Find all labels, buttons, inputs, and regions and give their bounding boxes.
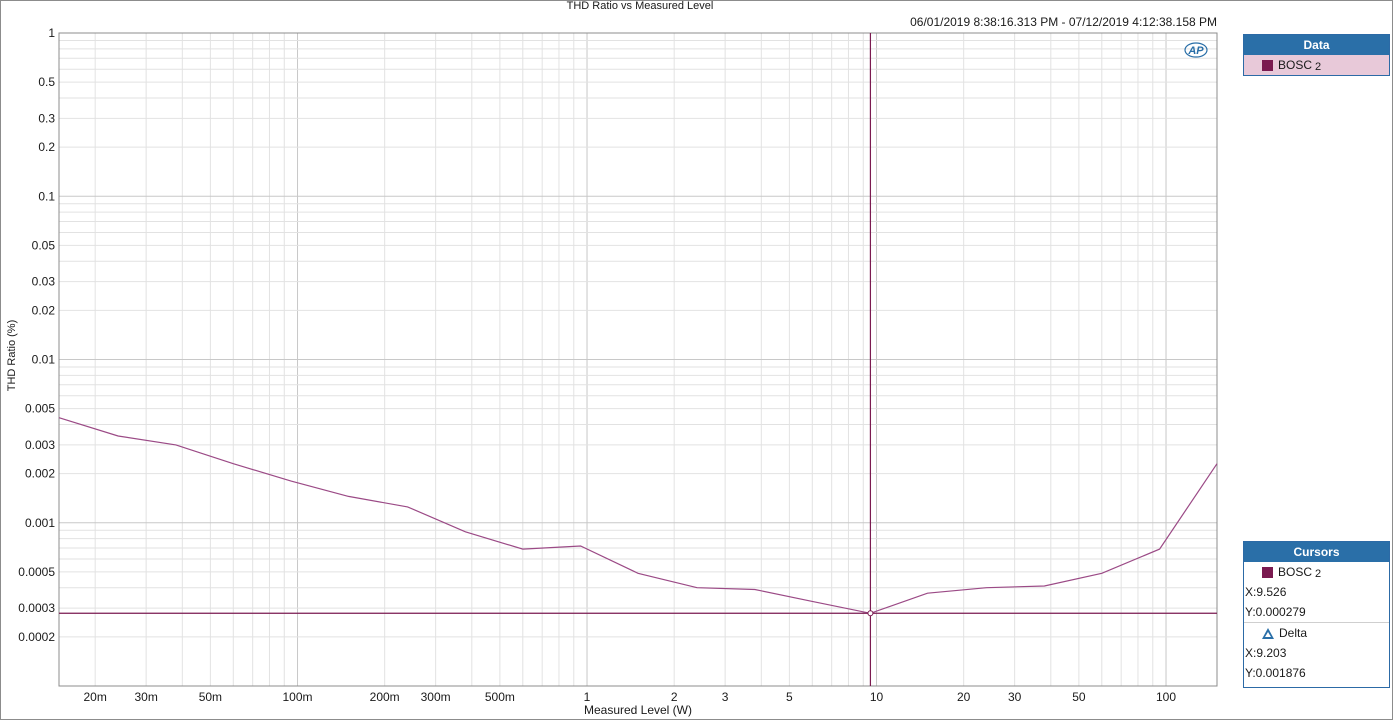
y-tick-label: 0.01: [32, 353, 56, 367]
legend-item-bosc[interactable]: BOSC 2: [1244, 55, 1389, 75]
x-tick-label: 500m: [485, 690, 515, 704]
y-tick-label: 0.02: [32, 303, 56, 317]
x-tick-label: 30: [1008, 690, 1022, 704]
y-tick-label: 0.005: [25, 402, 55, 416]
delta-row[interactable]: Delta: [1244, 622, 1389, 643]
y-axis-label: THD Ratio (%): [6, 320, 18, 392]
y-tick-label: 0.1: [38, 189, 55, 203]
y-tick-label: 1: [48, 26, 55, 40]
legend-item-channel: 2: [1315, 61, 1322, 73]
cursor-marker: [867, 610, 874, 617]
x-tick-label: 3: [722, 690, 729, 704]
cursor-y-readout: Y:0.000279: [1245, 605, 1306, 619]
x-tick-label: 100: [1156, 690, 1176, 704]
delta-icon: [1262, 627, 1274, 639]
x-tick-label: 50m: [199, 690, 222, 704]
legend-panel: Data BOSC 2: [1243, 34, 1390, 76]
x-tick-label: 5: [786, 690, 793, 704]
cursor-x-readout: X:9.526: [1245, 585, 1287, 599]
y-tick-label: 0.0005: [18, 565, 55, 579]
plot-area[interactable]: 20m 30m 50m 100m 200m 300m 500m 1 2 3 5 10 20 30 50 100…: [0, 0, 1393, 720]
y-tick-label: 0.5: [38, 75, 55, 89]
series-line-0: [58, 417, 1218, 614]
y-tick-label: 0.03: [32, 275, 56, 289]
x-tick-label: 30m: [134, 690, 157, 704]
legend-header: Data: [1244, 35, 1389, 55]
legend-item-label: BOSC: [1278, 58, 1313, 72]
delta-label: Delta: [1279, 626, 1308, 640]
cursors-header: Cursors: [1244, 542, 1389, 562]
x-tick-label: 200m: [370, 690, 400, 704]
cursor-trace-label: BOSC: [1278, 565, 1313, 579]
delta-y-readout: Y:0.001876: [1245, 666, 1306, 680]
cursors-panel: Cursors BOSC 2 X:9.526 Y:0.000279 Delta …: [1243, 541, 1390, 688]
y-tick-label: 0.05: [32, 238, 56, 252]
x-tick-label: 300m: [421, 690, 451, 704]
x-tick-label: 1: [584, 690, 591, 704]
delta-x-readout: X:9.203: [1245, 646, 1287, 660]
y-tick-label: 0.003: [25, 438, 55, 452]
series-layer: [58, 417, 1218, 614]
y-tick-label: 0.0002: [18, 630, 55, 644]
x-tick-label: 100m: [283, 690, 313, 704]
cursor-trace-row[interactable]: BOSC 2: [1244, 562, 1389, 582]
y-tick-label: 0.3: [38, 111, 55, 125]
y-tick-label: 0.0003: [18, 601, 55, 615]
y-tick-label: 0.2: [38, 140, 55, 154]
x-tick-label: 10: [870, 690, 884, 704]
cursor-trace-swatch: [1262, 566, 1273, 578]
cursor-trace-channel: 2: [1315, 568, 1322, 580]
tick-label-layer: 20m 30m 50m 100m 200m 300m 500m 1 2 3 5 10 20 30 50 100…: [18, 26, 1176, 704]
ap-logo-text: AP: [1187, 45, 1204, 57]
y-tick-label: 0.001: [25, 516, 55, 530]
ap-logo-icon: AP: [1184, 42, 1208, 58]
x-tick-label: 20m: [83, 690, 106, 704]
x-tick-label: 2: [671, 690, 678, 704]
x-axis-label: Measured Level (W): [584, 703, 692, 717]
y-tick-label: 0.002: [25, 467, 55, 481]
grid-layer: [59, 32, 1217, 687]
x-tick-label: 50: [1072, 690, 1086, 704]
legend-swatch: [1262, 59, 1273, 71]
x-tick-label: 20: [957, 690, 971, 704]
